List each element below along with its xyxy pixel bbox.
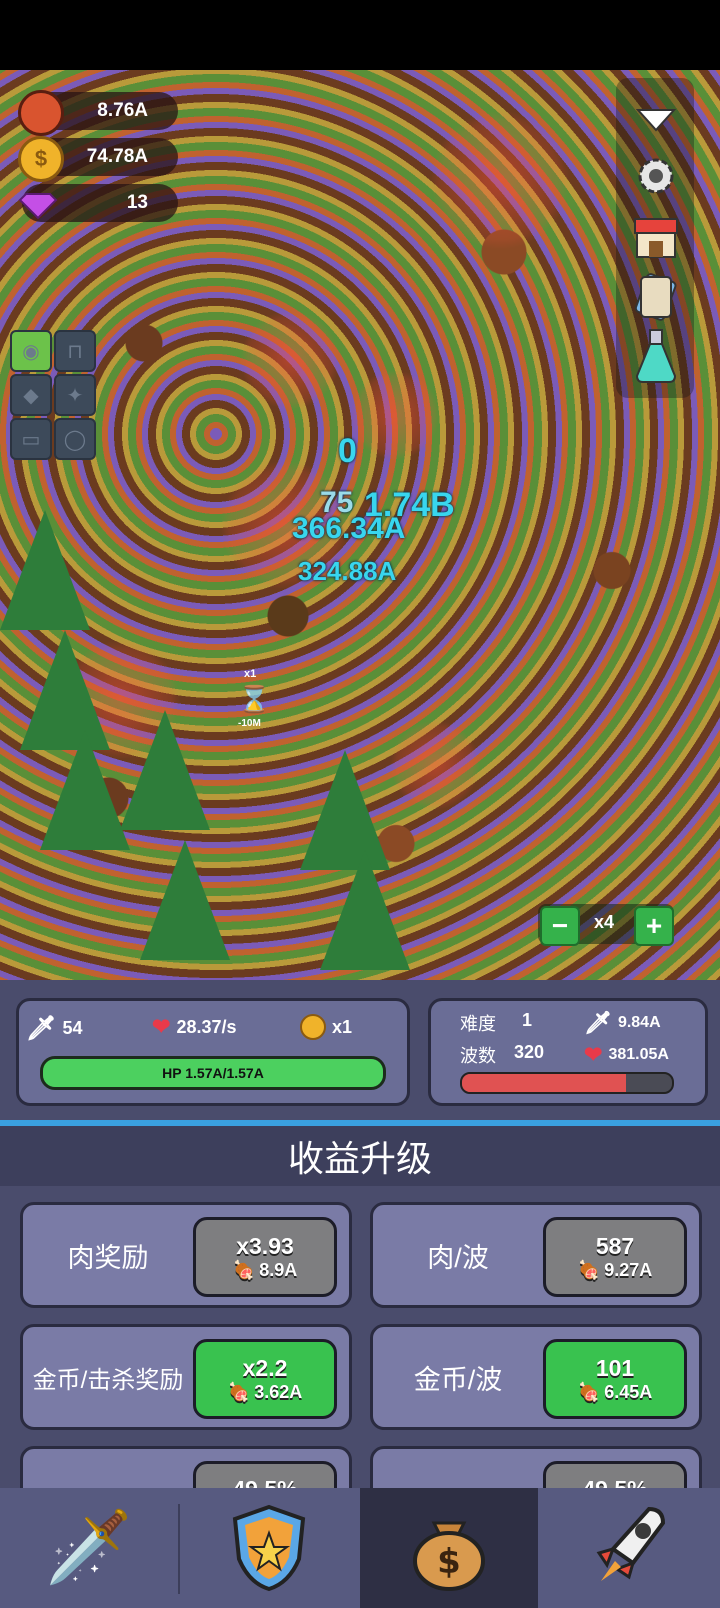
upgrade-label: 肉奖励 — [67, 1242, 149, 1273]
sword-icon: 🗡 — [584, 1010, 612, 1035]
player-attack: 🗡 54 — [26, 1014, 83, 1043]
difficulty-label: 难度 — [460, 1014, 496, 1034]
skill-slot-locked[interactable]: ◯ — [54, 418, 96, 460]
meat-icon: 🍖 — [577, 1382, 601, 1402]
wave-value: 320 — [514, 1042, 545, 1062]
cards-icon[interactable] — [628, 270, 684, 322]
tab-income[interactable]: $ — [360, 1488, 538, 1608]
money-bag-icon: $ — [413, 1521, 485, 1591]
upgrade-card-meat-per-wave: 肉/波 587 🍖 9.27A — [370, 1202, 702, 1308]
damage-number: 324.88A — [298, 556, 397, 586]
sword-icon: 🗡 — [26, 1015, 57, 1042]
player-attack-value: 54 — [62, 1018, 83, 1038]
damage-aura — [240, 310, 340, 410]
upgrade-card-gold-kill: 金币/击杀奖励 x2.2 🍖 3.62A — [20, 1324, 352, 1430]
pickup-multiplier: x1 — [244, 668, 257, 680]
tab-boost[interactable] — [540, 1488, 718, 1608]
damage-aura — [350, 370, 440, 460]
upgrade-label: 肉/波 — [427, 1242, 489, 1273]
speed-control: − x4 + — [538, 904, 674, 946]
upgrade-card-gold-per-wave: 金币/波 101 🍖 6.45A — [370, 1324, 702, 1430]
difficulty-value: 1 — [522, 1010, 533, 1030]
player-regen-value: 28.37/s — [176, 1016, 237, 1037]
wave-label: 波数 — [460, 1046, 496, 1066]
speed-increase-button[interactable]: + — [634, 906, 674, 946]
pine-tree — [120, 710, 210, 830]
skill-slot-locked[interactable]: ⊓ — [54, 330, 96, 372]
upgrade-cost: 3.62A — [254, 1382, 303, 1402]
enemy-hp: ❤ 381.05A — [584, 1042, 669, 1068]
pine-tree — [320, 850, 410, 970]
gem-counter: 13 — [18, 184, 178, 222]
gold-value: 74.78A — [86, 146, 148, 167]
player-hp-text: HP 1.57A/1.57A — [162, 1065, 264, 1081]
upgrade-level: 587 — [595, 1233, 635, 1259]
collapse-menu-icon[interactable] — [628, 94, 684, 146]
skill-slot-locked[interactable]: ▭ — [10, 418, 52, 460]
player-gold-mult-value: x1 — [332, 1016, 353, 1037]
tab-attack[interactable]: 🗡️ — [0, 1488, 178, 1608]
wave-progress-bar — [460, 1072, 674, 1094]
pine-tree — [40, 730, 130, 850]
shield-icon — [232, 1504, 306, 1592]
upgrade-cost: 8.9A — [259, 1260, 298, 1280]
damage-aura — [390, 720, 480, 810]
upgrade-label: 金币/击杀奖励 — [32, 1366, 184, 1394]
gold-counter: $ 74.78A — [18, 136, 178, 182]
shop-icon[interactable] — [628, 212, 684, 264]
potion-icon[interactable] — [628, 329, 684, 383]
upgrade-button[interactable]: x2.2 🍖 3.62A — [193, 1339, 337, 1419]
coin-icon — [300, 1014, 326, 1040]
upgrade-button[interactable]: x3.93 🍖 8.9A — [193, 1217, 337, 1297]
upgrade-label: 金币/波 — [413, 1364, 503, 1395]
meat-value: 8.76A — [97, 100, 148, 121]
skill-slot-locked[interactable]: ✦ — [54, 374, 96, 416]
damage-number: 0 — [338, 432, 357, 470]
player-hp-bar: HP 1.57A/1.57A — [40, 1056, 386, 1090]
tab-defense[interactable] — [180, 1488, 358, 1608]
meat-icon — [18, 90, 64, 136]
enemy-attack-value: 9.84A — [617, 1014, 661, 1031]
pine-tree — [0, 510, 90, 630]
player-gold-mult: x1 — [300, 1014, 352, 1040]
skill-slot-crystal-ball[interactable]: ◉ — [10, 330, 52, 372]
meat-icon: 🍖 — [227, 1382, 251, 1402]
upgrade-cost: 6.45A — [604, 1382, 653, 1402]
skill-slot-locked[interactable]: ◆ — [10, 374, 52, 416]
enemy-attack: 🗡 9.84A — [584, 1010, 661, 1036]
svg-text:$: $ — [437, 1542, 461, 1582]
meat-icon: 🍖 — [577, 1260, 601, 1280]
gear-icon[interactable] — [628, 150, 684, 202]
enemy-hp-value: 381.05A — [608, 1046, 669, 1063]
hourglass-icon[interactable]: ⌛ — [238, 684, 270, 715]
section-title: 收益升级 — [0, 1120, 720, 1186]
meat-icon: 🍖 — [232, 1260, 256, 1280]
speed-decrease-button[interactable]: − — [540, 906, 580, 946]
upgrade-level: x2.2 — [242, 1355, 288, 1381]
upgrade-card-meat-bonus: 肉奖励 x3.93 🍖 8.9A — [20, 1202, 352, 1308]
rocket-icon — [596, 1506, 666, 1581]
upgrade-button[interactable]: 587 🍖 9.27A — [543, 1217, 687, 1297]
speed-label: x4 — [594, 912, 615, 932]
damage-aura — [430, 110, 570, 250]
bottom-tab-bar: 🗡️ $ — [0, 1488, 720, 1608]
upgrade-cost: 9.27A — [604, 1260, 653, 1280]
wave-progress-fill — [462, 1074, 626, 1092]
status-bar — [0, 0, 720, 70]
upgrade-level: x3.93 — [236, 1233, 294, 1259]
pine-tree — [140, 840, 230, 960]
upgrade-level: 101 — [595, 1355, 635, 1381]
gem-icon — [18, 182, 58, 222]
upgrade-button[interactable]: 101 🍖 6.45A — [543, 1339, 687, 1419]
pickup-value: -10M — [238, 718, 261, 729]
meat-counter: 8.76A — [18, 90, 178, 136]
gem-value: 13 — [126, 192, 148, 213]
player-regen: ❤ 28.37/s — [152, 1014, 237, 1040]
damage-number: 366.34A — [292, 512, 406, 545]
heart-plus-icon: ❤ — [152, 1014, 171, 1039]
sword-icon: 🗡️ — [45, 1508, 133, 1586]
coin-icon: $ — [18, 136, 64, 182]
heart-icon: ❤ — [584, 1042, 603, 1067]
